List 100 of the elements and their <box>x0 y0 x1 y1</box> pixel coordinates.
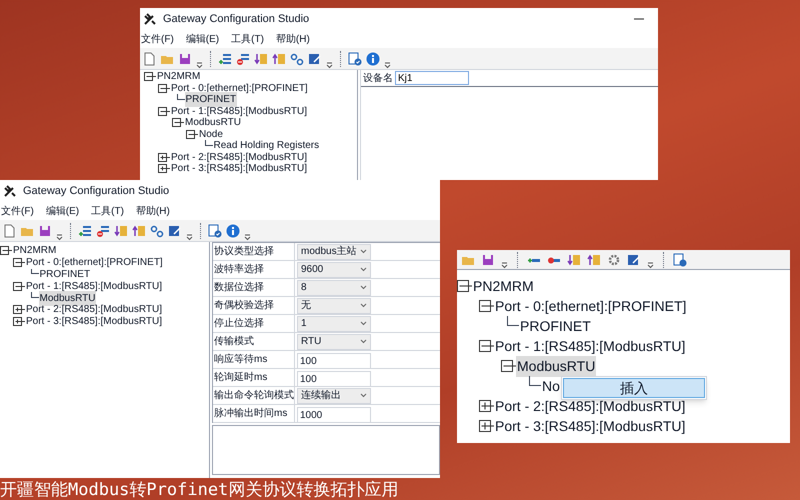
remove-list-icon[interactable] <box>96 224 110 238</box>
plus-box-icon[interactable] <box>158 164 170 174</box>
property-label: 协议类型选择 <box>213 243 295 260</box>
checklist-icon[interactable] <box>208 224 222 238</box>
down-arrow-icon[interactable] <box>254 52 268 66</box>
info-icon[interactable] <box>226 224 240 238</box>
chevron-down-icon <box>360 285 367 290</box>
minus-box-icon[interactable] <box>501 360 516 372</box>
tools-icon <box>3 184 17 198</box>
property-label: 输出命令轮询模式 <box>213 387 295 404</box>
add-list-icon[interactable] <box>218 52 232 66</box>
text-field[interactable]: 100 <box>297 371 371 387</box>
plus-box-icon[interactable] <box>13 317 25 326</box>
tree-item[interactable]: PROFINET <box>184 92 238 108</box>
tree-line <box>30 268 38 274</box>
up-arrow-icon[interactable] <box>587 252 601 266</box>
menu-item[interactable]: 帮助(H) <box>276 32 310 46</box>
plus-box-icon[interactable] <box>479 420 494 432</box>
dropdown[interactable]: 1 <box>297 316 371 332</box>
up-arrow-icon[interactable] <box>272 52 286 66</box>
save-icon[interactable] <box>38 224 52 238</box>
tree-line <box>204 140 212 146</box>
tree-item[interactable]: ModbusRTU <box>38 290 96 306</box>
chevron-down-icon <box>360 303 367 308</box>
checklist-icon[interactable] <box>348 52 362 66</box>
tree-item[interactable]: No <box>541 376 561 396</box>
minus-box-icon[interactable] <box>172 118 184 128</box>
tree-item[interactable]: ModbusRTU <box>516 356 596 376</box>
plus-box-icon[interactable] <box>13 305 25 314</box>
plus-box-icon[interactable] <box>479 400 494 412</box>
dropdown[interactable]: modbus主站 <box>297 244 371 260</box>
chevron-down-icon <box>360 321 367 326</box>
edit-icon[interactable] <box>308 52 322 66</box>
edit-icon[interactable] <box>168 224 182 238</box>
new-file-icon[interactable] <box>142 52 156 66</box>
minus-box-icon[interactable] <box>13 258 25 268</box>
link-icon[interactable] <box>150 224 164 238</box>
chevron-down-icon <box>360 339 367 344</box>
add-list-icon[interactable] <box>78 224 92 238</box>
link-icon[interactable] <box>290 52 304 66</box>
tree-item[interactable]: Port - 2:[RS485]:[ModbusRTU] <box>494 396 686 416</box>
up-arrow-icon[interactable] <box>132 224 146 238</box>
property-label: 轮询延时ms <box>213 369 295 386</box>
minus-box-icon[interactable] <box>457 280 472 292</box>
context-menu-item[interactable]: 插入 <box>563 378 705 398</box>
minus-box-icon[interactable] <box>0 246 12 256</box>
save-icon[interactable] <box>178 52 192 66</box>
text-field[interactable]: 100 <box>297 353 371 369</box>
tree-item[interactable]: Port - 1:[RS485]:[ModbusRTU] <box>494 336 686 356</box>
minus-box-icon[interactable] <box>158 106 170 116</box>
dropdown[interactable]: 8 <box>297 280 371 296</box>
minus-box-icon[interactable] <box>158 84 170 93</box>
menu-item[interactable]: 编辑(E) <box>186 32 220 46</box>
menu-item[interactable]: 帮助(H) <box>136 204 170 218</box>
window-title: Gateway Configuration Studio <box>23 184 170 199</box>
tools-icon <box>143 12 157 26</box>
chevron-down-icon <box>360 393 367 398</box>
down-arrow-icon[interactable] <box>567 252 581 266</box>
info-icon[interactable] <box>366 52 380 66</box>
down-arrow-icon[interactable] <box>114 224 128 238</box>
property-label: 停止位选择 <box>213 315 295 332</box>
tree-item[interactable]: PROFINET <box>519 316 592 336</box>
minus-box-icon[interactable] <box>13 282 25 291</box>
property-label: 数据位选择 <box>213 279 295 296</box>
save-icon[interactable] <box>481 252 495 266</box>
property-label: 脉冲输出时间ms <box>213 405 295 422</box>
tree-item[interactable]: Port - 0:[ethernet]:[PROFINET] <box>494 296 688 316</box>
chevron-down-icon <box>360 249 367 254</box>
plus-box-icon[interactable] <box>158 152 170 162</box>
minus-box-icon[interactable] <box>144 72 156 82</box>
gear-icon[interactable] <box>607 252 621 266</box>
property-label: 传输模式 <box>213 333 295 350</box>
minus-box-icon[interactable] <box>479 300 494 312</box>
remove-list-icon[interactable] <box>236 52 250 66</box>
menu-item[interactable]: 文件(F) <box>141 32 174 46</box>
property-label: 奇偶校验选择 <box>213 297 295 314</box>
edit-icon[interactable] <box>627 252 641 266</box>
chevron-down-icon <box>360 267 367 272</box>
dropdown[interactable]: 9600 <box>297 262 371 278</box>
tree-item[interactable]: PN2MRM <box>472 276 535 296</box>
menu-item[interactable]: 工具(T) <box>231 32 264 46</box>
dropdown[interactable]: 无 <box>297 298 371 314</box>
device-name-field[interactable]: Kj1 <box>395 71 469 85</box>
window-title: Gateway Configuration Studio <box>163 12 310 27</box>
minus-box-icon[interactable] <box>479 340 494 352</box>
menu-item[interactable]: 文件(F) <box>1 204 34 218</box>
menu-item[interactable]: 编辑(E) <box>46 204 80 218</box>
tree-line <box>529 376 541 386</box>
new-file-icon[interactable] <box>2 224 16 238</box>
dropdown[interactable]: RTU <box>297 334 371 350</box>
property-label: 波特率选择 <box>213 261 295 278</box>
caption: 开疆智能Modbus转Profinet网关协议转换拓扑应用 <box>0 480 398 500</box>
field-label: 设备名 <box>363 72 393 86</box>
tree-line <box>507 316 519 326</box>
checklist-icon[interactable] <box>673 252 687 266</box>
text-field[interactable]: 1000 <box>297 407 371 423</box>
dropdown[interactable]: 连续输出 <box>297 388 371 404</box>
tree-item[interactable]: Port - 3:[RS485]:[ModbusRTU] <box>494 416 686 436</box>
minus-box-icon[interactable] <box>186 130 198 139</box>
menu-item[interactable]: 工具(T) <box>91 204 124 218</box>
